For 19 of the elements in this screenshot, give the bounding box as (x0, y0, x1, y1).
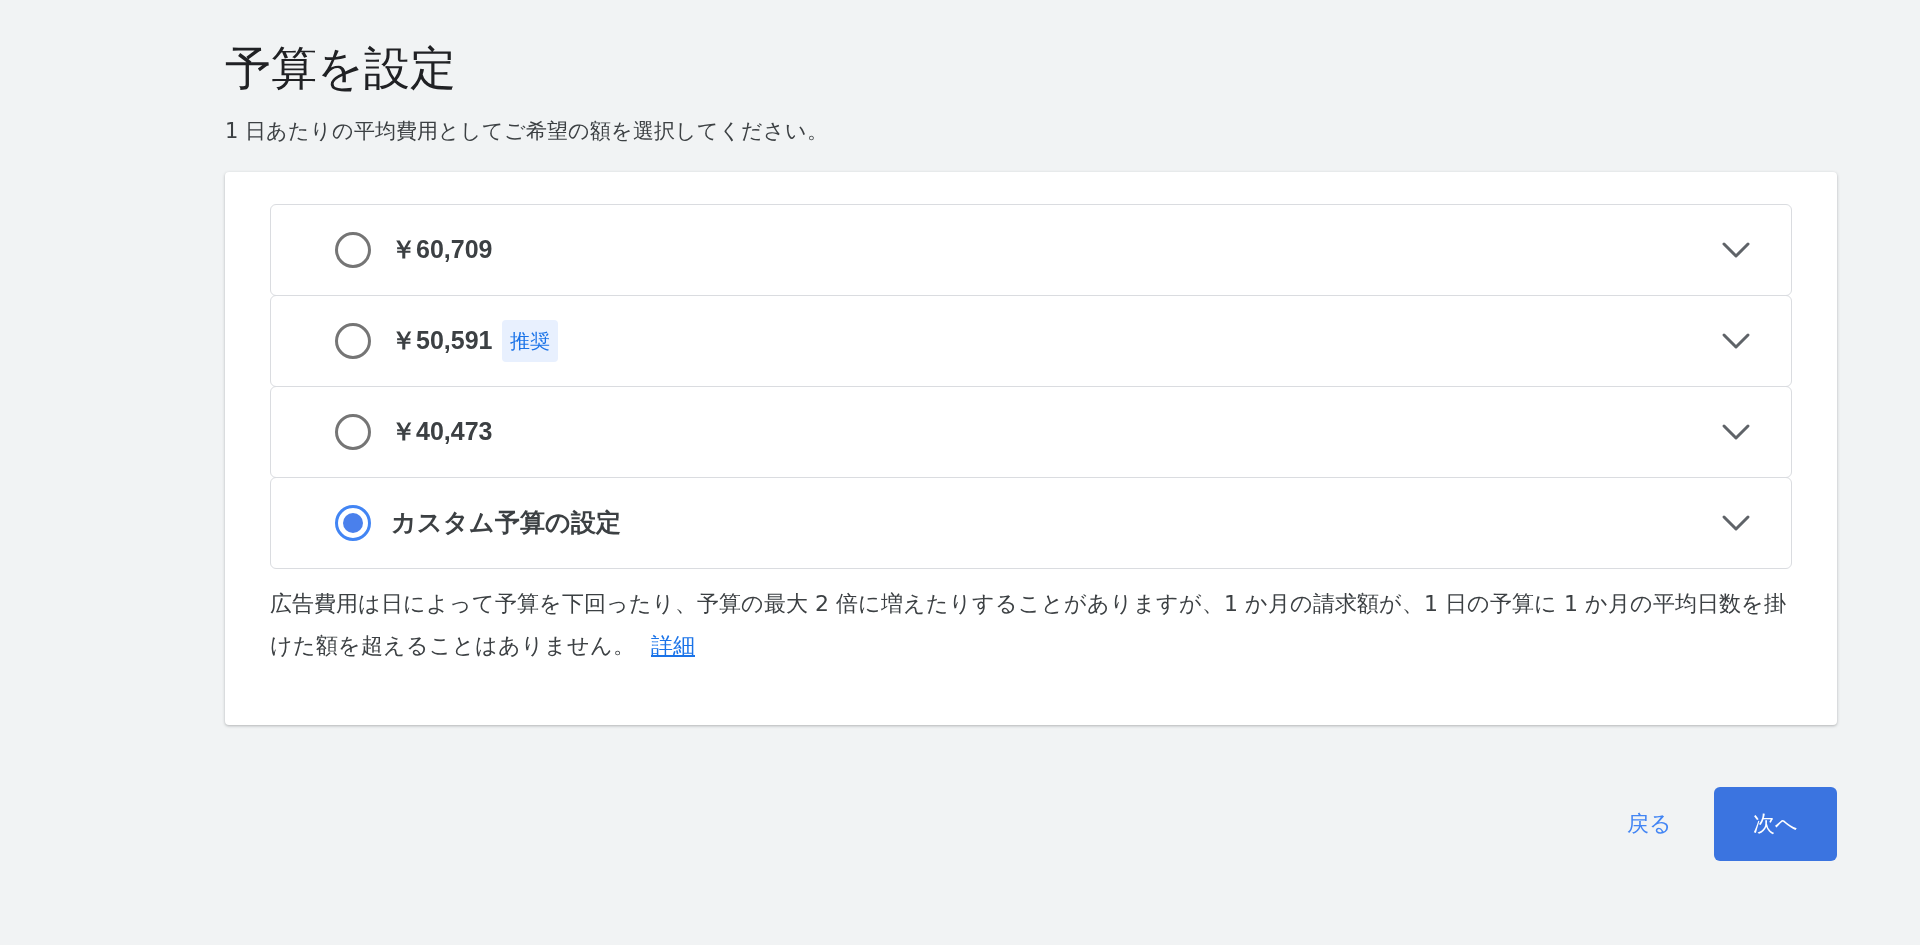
radio-button[interactable] (335, 231, 371, 268)
option-label: カスタム予算の設定 (391, 506, 621, 538)
radio-button[interactable] (335, 504, 371, 541)
next-button[interactable]: 次へ (1714, 786, 1837, 861)
radio-button[interactable] (335, 413, 371, 450)
chevron-down-icon[interactable] (1721, 422, 1751, 441)
chevron-down-icon[interactable] (1721, 240, 1751, 259)
chevron-down-icon[interactable] (1721, 331, 1751, 350)
subtitle: 1 日あたりの平均費用としてご希望の額を選択してください。 (225, 118, 830, 145)
option-label: ￥40,473 (391, 415, 493, 447)
recommended-badge: 推奨 (502, 319, 559, 362)
option-label: ￥60,709 (391, 233, 493, 265)
budget-option[interactable]: カスタム予算の設定 (270, 476, 1792, 569)
option-label: ￥50,591 (391, 324, 493, 356)
budget-note: 広告費用は日によって予算を下回ったり、予算の最大 2 倍に増えたりすることがありますが、1 か月の請求額が、1 日の予算に 1 か月の平均日数を掛けた額を超えることはありません。 詳細 (270, 589, 1787, 660)
radio-button[interactable] (335, 322, 371, 359)
details-link[interactable]: 詳細 (651, 632, 695, 658)
page-title: 予算を設定 (225, 40, 457, 97)
chevron-down-icon[interactable] (1721, 513, 1751, 532)
